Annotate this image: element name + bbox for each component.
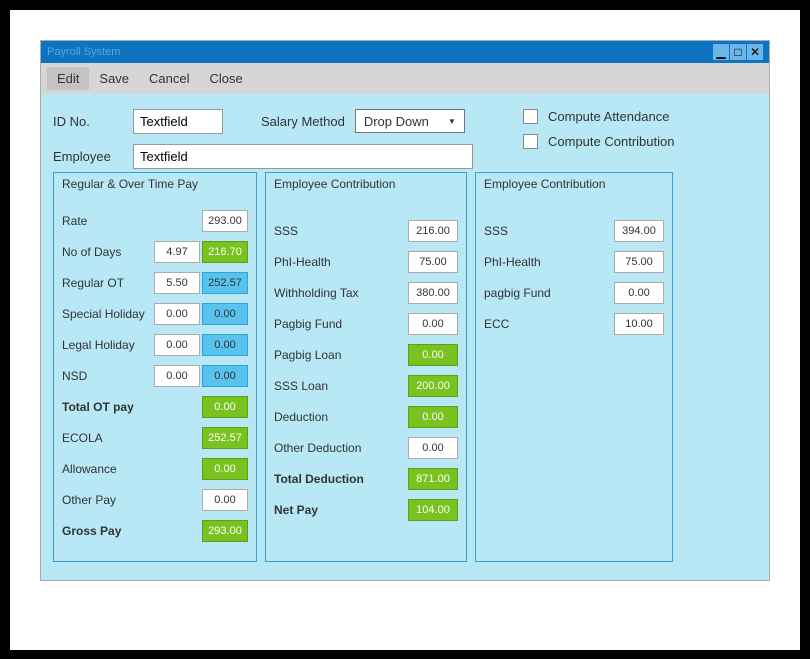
- window-title: Payroll System: [47, 46, 120, 58]
- pl-v: 0.00: [408, 344, 458, 366]
- nsd-v1[interactable]: 0.00: [154, 365, 200, 387]
- gross-label: Gross Pay: [62, 524, 200, 538]
- chevron-down-icon: ▼: [448, 117, 456, 126]
- pf-label: Pagbig Fund: [274, 317, 406, 331]
- checkbox-icon: [523, 134, 538, 149]
- titlebar: Payroll System ▁ □ ✕: [41, 41, 769, 63]
- form-body: ID No. Salary Method Drop Down ▼ Employe…: [41, 94, 769, 580]
- window-buttons: ▁ □ ✕: [712, 44, 763, 60]
- nod-label: No of Days: [62, 245, 152, 259]
- maximize-icon[interactable]: □: [730, 44, 746, 60]
- rot-label: Regular OT: [62, 276, 152, 290]
- salary-method-label: Salary Method: [261, 114, 345, 129]
- compute-attendance-option[interactable]: Compute Attendance: [523, 109, 674, 124]
- wht-label: Withholding Tax: [274, 286, 406, 300]
- close-icon[interactable]: ✕: [747, 44, 763, 60]
- compute-contribution-option[interactable]: Compute Contribution: [523, 134, 674, 149]
- other-v[interactable]: 0.00: [202, 489, 248, 511]
- panel3-legend: Employee Contribution: [475, 172, 673, 195]
- td-v: 871.00: [408, 468, 458, 490]
- sss-v[interactable]: 216.00: [408, 220, 458, 242]
- p3-ecc-v[interactable]: 10.00: [614, 313, 664, 335]
- nod-v1[interactable]: 4.97: [154, 241, 200, 263]
- payroll-window: Payroll System ▁ □ ✕ Edit Save Cancel Cl…: [40, 40, 770, 581]
- pf-v[interactable]: 0.00: [408, 313, 458, 335]
- rot-v1[interactable]: 5.50: [154, 272, 200, 294]
- allow-label: Allowance: [62, 462, 200, 476]
- ded-label: Deduction: [274, 410, 406, 424]
- phi-label: PhI-Health: [274, 255, 406, 269]
- menu-save[interactable]: Save: [89, 67, 139, 90]
- other-label: Other Pay: [62, 493, 200, 507]
- sl-label: SSS Loan: [274, 379, 406, 393]
- menu-edit[interactable]: Edit: [47, 67, 89, 90]
- panel2-legend: Employee Contribution: [265, 172, 467, 195]
- p3-sss-label: SSS: [484, 224, 612, 238]
- wht-v[interactable]: 380.00: [408, 282, 458, 304]
- checkbox-icon: [523, 109, 538, 124]
- sh-v1[interactable]: 0.00: [154, 303, 200, 325]
- salary-method-select[interactable]: Drop Down ▼: [355, 109, 465, 133]
- salary-method-value: Drop Down: [364, 114, 429, 129]
- rot-v2: 252.57: [202, 272, 248, 294]
- lh-v1[interactable]: 0.00: [154, 334, 200, 356]
- np-label: Net Pay: [274, 503, 406, 517]
- panel1-legend: Regular & Over Time Pay: [53, 172, 257, 195]
- rate-label: Rate: [62, 214, 200, 228]
- employee-input[interactable]: [133, 144, 473, 169]
- phi-v[interactable]: 75.00: [408, 251, 458, 273]
- np-v: 104.00: [408, 499, 458, 521]
- gross-v: 293.00: [202, 520, 248, 542]
- od-label: Other Deduction: [274, 441, 406, 455]
- minimize-icon[interactable]: ▁: [713, 44, 729, 60]
- totot-v: 0.00: [202, 396, 248, 418]
- menu-cancel[interactable]: Cancel: [139, 67, 199, 90]
- ded-v: 0.00: [408, 406, 458, 428]
- ecola-v: 252.57: [202, 427, 248, 449]
- nsd-v2: 0.00: [202, 365, 248, 387]
- lh-label: Legal Holiday: [62, 338, 152, 352]
- allow-v: 0.00: [202, 458, 248, 480]
- nsd-label: NSD: [62, 369, 152, 383]
- lh-v2: 0.00: [202, 334, 248, 356]
- idno-label: ID No.: [53, 114, 121, 129]
- rate-value[interactable]: 293.00: [202, 210, 248, 232]
- p3-sss-v[interactable]: 394.00: [614, 220, 664, 242]
- employee-label: Employee: [53, 149, 121, 164]
- menu-close[interactable]: Close: [200, 67, 253, 90]
- panel-emp-contrib-2: Employee Contribution SSS394.00 PhI-Heal…: [475, 183, 673, 562]
- panel-regular-ot: Regular & Over Time Pay Rate293.00 No of…: [53, 183, 257, 562]
- idno-input[interactable]: [133, 109, 223, 134]
- p3-phi-label: PhI-Health: [484, 255, 612, 269]
- p3-phi-v[interactable]: 75.00: [614, 251, 664, 273]
- menubar: Edit Save Cancel Close: [41, 63, 769, 94]
- pl-label: Pagbig Loan: [274, 348, 406, 362]
- panel-emp-contrib-1: Employee Contribution SSS216.00 PhI-Heal…: [265, 183, 467, 562]
- sss-label: SSS: [274, 224, 406, 238]
- p3-ecc-label: ECC: [484, 317, 612, 331]
- ecola-label: ECOLA: [62, 431, 200, 445]
- sl-v: 200.00: [408, 375, 458, 397]
- compute-contribution-label: Compute Contribution: [548, 134, 674, 149]
- td-label: Total Deduction: [274, 472, 406, 486]
- nod-v2: 216.70: [202, 241, 248, 263]
- p3-pf-v[interactable]: 0.00: [614, 282, 664, 304]
- totot-label: Total OT pay: [62, 400, 200, 414]
- sh-label: Special Holiday: [62, 307, 152, 321]
- compute-attendance-label: Compute Attendance: [548, 109, 669, 124]
- p3-pf-label: pagbig Fund: [484, 286, 612, 300]
- od-v[interactable]: 0.00: [408, 437, 458, 459]
- sh-v2: 0.00: [202, 303, 248, 325]
